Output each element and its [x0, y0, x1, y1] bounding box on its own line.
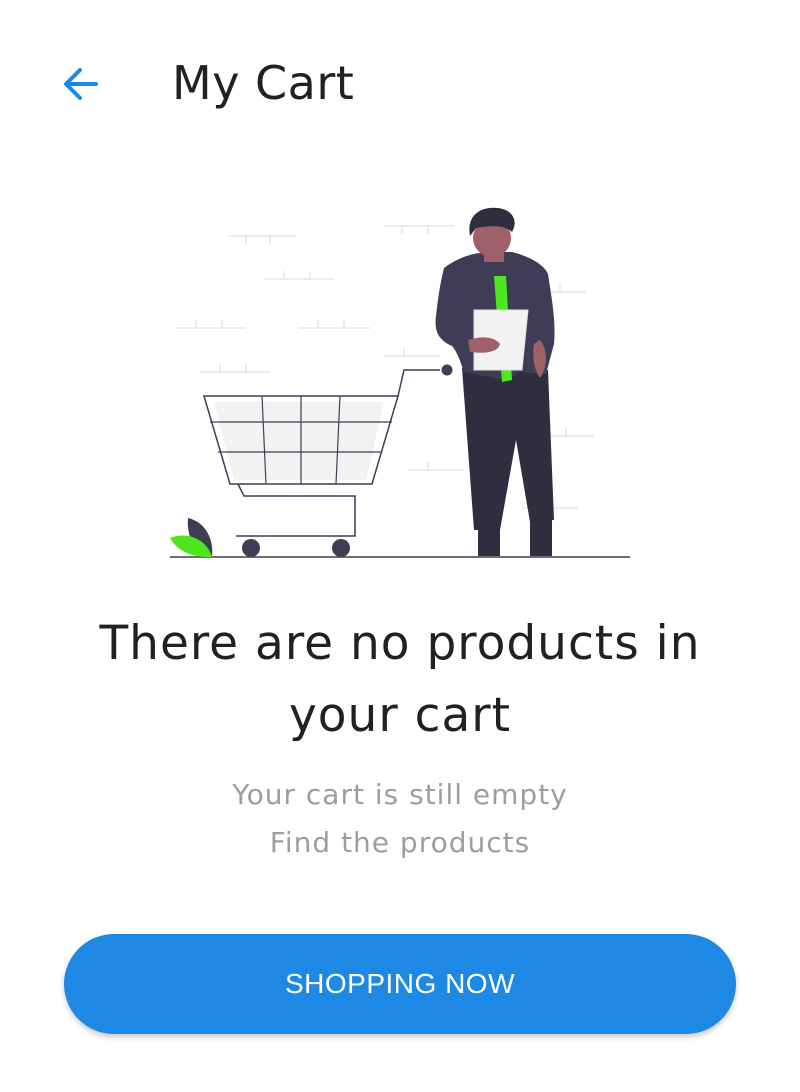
shopping-now-button[interactable]: SHOPPING NOW [64, 934, 736, 1034]
app-header: My Cart [0, 0, 800, 170]
back-button[interactable] [48, 54, 112, 114]
empty-cart-title: There are no products in your cart [99, 616, 701, 743]
plant-leaves [170, 518, 213, 558]
person-figure [435, 207, 555, 556]
shopping-cart [202, 364, 453, 557]
cart-screen: My Cart There are no products in your ca… [0, 0, 800, 1092]
empty-cart-illustration [170, 207, 630, 558]
page-title: My Cart [172, 56, 355, 110]
empty-cart-subtitle: Your cart is still empty [232, 778, 568, 811]
find-products-hint: Find the products [269, 826, 531, 859]
arrow-left-icon [64, 68, 98, 100]
